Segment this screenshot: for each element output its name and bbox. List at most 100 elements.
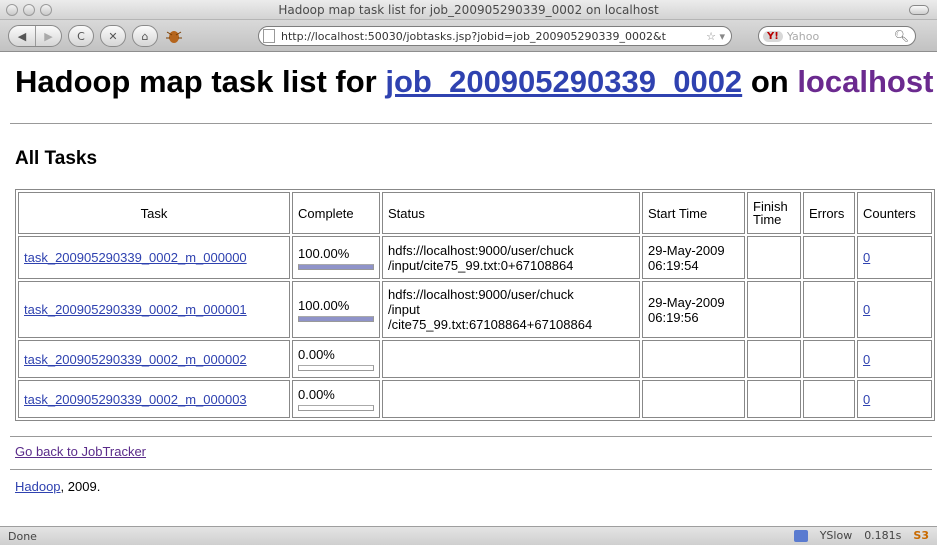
complete-percent: 100.00% [298, 245, 350, 261]
counters-link[interactable]: 0 [863, 392, 870, 407]
bookmark-star-icon[interactable]: ☆ ▾ [706, 30, 725, 43]
table-row: task_200905290339_0002_m_000003 0.00% 0 [18, 380, 932, 418]
complete-cell: 100.00% [292, 236, 380, 279]
table-row: task_200905290339_0002_m_000001 100.00% … [18, 281, 932, 338]
finish-time-cell [747, 380, 801, 418]
start-date: 29-May-2009 [648, 294, 725, 310]
address-bar[interactable]: http://localhost:50030/jobtasks.jsp?jobi… [258, 26, 732, 46]
page-title: Hadoop map task list for job_20090529033… [15, 64, 933, 100]
complete-cell: 0.00% [292, 340, 380, 378]
forward-button[interactable]: ▶ [35, 26, 61, 46]
reload-icon: C [77, 29, 85, 43]
load-time: 0.181s [864, 529, 902, 542]
search-icon[interactable]: 🔍︎ [894, 29, 909, 43]
s3-organizer-icon[interactable]: S3 [913, 529, 929, 542]
status-text: Done [8, 530, 37, 543]
counters-cell: 0 [857, 340, 932, 378]
forward-arrow-icon: ▶ [44, 29, 53, 43]
hadoop-link[interactable]: Hadoop [15, 479, 61, 494]
divider [10, 469, 932, 470]
window-title: Hadoop map task list for job_20090529033… [278, 3, 659, 17]
column-header-errors: Errors [803, 192, 855, 234]
status-line: hdfs://localhost:9000/user/chuck [388, 242, 574, 258]
stop-button[interactable]: ✕ [100, 25, 126, 47]
firebug-bug-icon[interactable] [164, 26, 184, 46]
progress-bar [298, 315, 374, 322]
counters-link[interactable]: 0 [863, 302, 870, 317]
column-header-complete: Complete [292, 192, 380, 234]
start-time-cell [642, 340, 745, 378]
progress-fill [299, 316, 373, 321]
finish-time-cell [747, 236, 801, 279]
task-cell: task_200905290339_0002_m_000002 [18, 340, 290, 378]
counters-cell: 0 [857, 380, 932, 418]
status-line: /input [388, 302, 420, 317]
table-row: task_200905290339_0002_m_000002 0.00% 0 [18, 340, 932, 378]
errors-cell [803, 380, 855, 418]
search-bar[interactable]: Y! Yahoo 🔍︎ [758, 26, 916, 46]
complete-cell: 0.00% [292, 380, 380, 418]
progress-bar [298, 365, 374, 371]
status-cell: hdfs://localhost:9000/user/chuck /input/… [382, 236, 640, 279]
section-heading: All Tasks [15, 148, 98, 169]
complete-cell: 100.00% [292, 281, 380, 338]
page-icon [263, 29, 275, 43]
host-name: localhost [797, 64, 934, 99]
progress-bar [298, 263, 374, 270]
column-header-finish-time: Finish Time [747, 192, 801, 234]
complete-percent: 0.00% [298, 347, 335, 362]
finish-time-cell [747, 281, 801, 338]
status-line: /input/cite75_99.txt:0+67108864 [388, 257, 574, 273]
complete-percent: 100.00% [298, 297, 350, 313]
finish-time-cell [747, 340, 801, 378]
complete-percent: 0.00% [298, 387, 335, 402]
counters-link[interactable]: 0 [863, 250, 870, 265]
task-cell: task_200905290339_0002_m_000001 [18, 281, 290, 338]
back-button[interactable]: ◀ [9, 26, 35, 46]
home-button[interactable]: ⌂ [132, 25, 158, 47]
footer-suffix: , 2009. [60, 479, 101, 494]
status-bar: Done YSlow 0.181s S3 [0, 526, 937, 545]
counters-link[interactable]: 0 [863, 352, 870, 367]
progress-bar [298, 405, 374, 411]
yslow-label[interactable]: YSlow [820, 529, 852, 542]
search-engine-icon[interactable]: Y! [763, 30, 783, 42]
progress-fill [299, 264, 373, 269]
url-text: http://localhost:50030/jobtasks.jsp?jobi… [281, 29, 666, 43]
task-link[interactable]: task_200905290339_0002_m_000003 [24, 392, 247, 407]
start-time-cell: 29-May-2009 06:19:54 [642, 236, 745, 279]
errors-cell [803, 236, 855, 279]
search-input[interactable]: Yahoo [787, 30, 894, 43]
column-header-status: Status [382, 192, 640, 234]
tasks-table: Task Complete Status Start Time Finish T… [15, 189, 935, 421]
column-header-counters: Counters [857, 192, 932, 234]
page-content: Hadoop map task list for job_20090529033… [0, 53, 937, 526]
home-icon: ⌂ [141, 29, 149, 43]
window-titlebar: Hadoop map task list for job_20090529033… [0, 0, 937, 20]
start-time-cell: 29-May-2009 06:19:56 [642, 281, 745, 338]
status-cell: hdfs://localhost:9000/user/chuck /input … [382, 281, 640, 338]
divider [10, 123, 932, 124]
task-cell: task_200905290339_0002_m_000000 [18, 236, 290, 279]
go-back-link[interactable]: Go back to JobTracker [15, 444, 146, 459]
counters-cell: 0 [857, 236, 932, 279]
column-header-task: Task [18, 192, 290, 234]
page-title-on: on [750, 64, 789, 99]
task-link[interactable]: task_200905290339_0002_m_000001 [24, 302, 247, 317]
task-link[interactable]: task_200905290339_0002_m_000000 [24, 250, 247, 265]
yslow-icon[interactable] [793, 529, 808, 542]
back-forward-group: ◀ ▶ [8, 25, 62, 47]
status-cell [382, 380, 640, 418]
status-line: /cite75_99.txt:67108864+67108864 [388, 317, 593, 332]
task-link[interactable]: task_200905290339_0002_m_000002 [24, 352, 247, 367]
start-clock: 06:19:54 [648, 257, 699, 273]
reload-button[interactable]: C [68, 25, 94, 47]
table-header-row: Task Complete Status Start Time Finish T… [18, 192, 932, 234]
page-title-prefix: Hadoop map task list for [15, 64, 377, 99]
task-cell: task_200905290339_0002_m_000003 [18, 380, 290, 418]
start-date: 29-May-2009 [648, 242, 725, 258]
toolbar-toggle-button[interactable] [909, 5, 929, 15]
stop-icon: ✕ [108, 29, 118, 43]
status-addons: YSlow 0.181s S3 [793, 529, 929, 542]
job-id-link[interactable]: job_200905290339_0002 [385, 64, 742, 99]
